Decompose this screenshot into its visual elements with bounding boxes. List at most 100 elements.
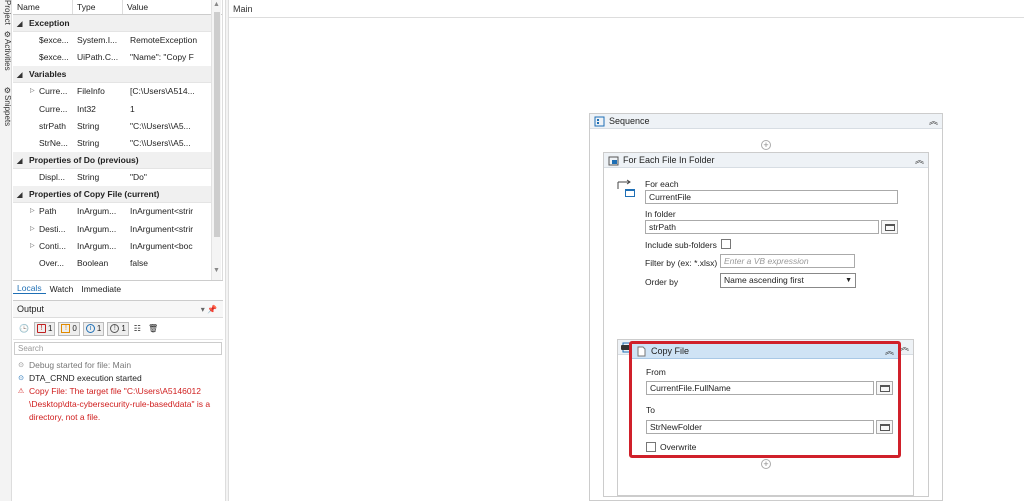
tab-locals[interactable]: Locals — [13, 283, 46, 294]
variable-type: UiPath.C... — [77, 52, 119, 63]
to-input[interactable]: StrNewFolder — [646, 420, 874, 434]
filter-warnings-button[interactable]: ! 0 — [58, 321, 80, 336]
log-entry[interactable]: ⊙ DTA_CRND execution started — [17, 372, 219, 385]
error-log-icon: ⚠ — [17, 388, 25, 395]
expand-row-icon[interactable]: ▷ — [30, 221, 35, 238]
locals-group-header[interactable]: ◢ Exception — [13, 15, 211, 32]
for-each-icon — [608, 156, 619, 166]
in-folder-input[interactable]: strPath — [645, 220, 879, 234]
variable-value[interactable]: "C:\\Users\\A5... — [126, 135, 211, 152]
output-search-input[interactable]: Search — [14, 342, 222, 355]
locals-header: Name Type Value — [13, 0, 222, 15]
locals-row[interactable]: Over... Boolean false — [13, 255, 211, 272]
variable-type: InArgum... — [77, 206, 117, 217]
log-message: DTA_CRND execution started — [29, 373, 142, 383]
add-activity-plus-icon[interactable]: + — [761, 459, 771, 469]
log-entry[interactable]: ⚠ Copy File: The target file "C:\Users\A5… — [17, 385, 219, 424]
filter-trace-button[interactable]: ! 1 — [107, 321, 129, 336]
expand-row-icon[interactable]: ▷ — [30, 83, 35, 100]
locals-group-header[interactable]: ◢ Properties of Copy File (current) — [13, 186, 211, 204]
browse-to-button[interactable] — [876, 420, 893, 434]
variable-value[interactable]: "C:\\Users\\A5... — [126, 118, 211, 135]
variable-name-text: Path — [39, 206, 57, 217]
overwrite-checkbox[interactable] — [646, 442, 656, 452]
sequence-header[interactable]: Sequence ︽ — [590, 114, 942, 129]
column-header-type[interactable]: Type — [73, 0, 123, 14]
locals-row[interactable]: ▷ Path InArgum... InArgument<strir — [13, 203, 211, 220]
locals-row[interactable]: $exce... System.I... RemoteException — [13, 32, 211, 49]
filter-info-button[interactable]: i 1 — [82, 321, 105, 336]
collapse-group-icon[interactable]: ◢ — [17, 16, 29, 33]
dropdown-icon[interactable]: ▾ — [201, 305, 205, 314]
locals-row[interactable]: StrNe... String "C:\\Users\\A5... — [13, 135, 211, 152]
variable-value[interactable]: InArgument<boc — [126, 238, 211, 255]
variable-value[interactable]: RemoteException — [126, 32, 211, 49]
variable-value[interactable]: "Do" — [126, 169, 211, 186]
collapse-do-icon[interactable]: ︽ — [900, 340, 909, 355]
order-by-select[interactable]: Name ascending first ▼ — [720, 273, 856, 288]
variable-value[interactable]: InArgument<strir — [126, 203, 211, 220]
trash-icon[interactable]: 🗑 — [146, 322, 160, 336]
tab-activities[interactable]: ⚙Activities — [0, 30, 12, 71]
from-input[interactable]: CurrentFile.FullName — [646, 381, 874, 395]
variable-value[interactable]: InArgument<strir — [126, 221, 211, 238]
locals-row[interactable]: $exce... UiPath.C... "Name": "Copy F — [13, 49, 211, 66]
include-subfolders-label: Include sub-folders — [645, 240, 717, 250]
browse-from-button[interactable] — [876, 381, 893, 395]
pin-icon[interactable]: 📌 — [207, 305, 217, 314]
for-each-header[interactable]: For Each File In Folder ︽ — [604, 153, 928, 168]
collapse-group-icon[interactable]: ◢ — [17, 153, 29, 170]
collapse-group-icon[interactable]: ◢ — [17, 187, 29, 204]
locals-scrollbar[interactable]: ▲ ▼ — [211, 0, 221, 280]
locals-row[interactable]: ▷ Curre... FileInfo [C:\Users\A514... — [13, 83, 211, 100]
locals-row[interactable]: Displ... String "Do" — [13, 169, 211, 186]
browse-folder-button[interactable] — [881, 220, 898, 234]
tab-main[interactable]: Main — [233, 4, 253, 14]
filter-input[interactable]: Enter a VB expression — [720, 254, 855, 268]
variable-value[interactable]: 1 — [126, 101, 211, 118]
tab-project[interactable]: Project — [0, 0, 12, 25]
clock-icon[interactable]: 🕒 — [17, 322, 31, 336]
variable-value[interactable]: "Name": "Copy F — [126, 49, 211, 66]
variable-type: InArgum... — [77, 240, 117, 251]
scroll-down-icon[interactable]: ▼ — [213, 267, 220, 274]
collapse-group-icon[interactable]: ◢ — [17, 67, 29, 84]
tab-immediate[interactable]: Immediate — [77, 284, 125, 294]
copy-file-activity[interactable]: Copy File ︽ From CurrentFile.FullName To… — [629, 341, 901, 458]
variable-value[interactable]: [C:\Users\A514... — [126, 83, 211, 100]
variable-value[interactable]: false — [126, 255, 211, 272]
copy-file-header[interactable]: Copy File ︽ — [632, 344, 898, 359]
variable-name-text: Desti... — [39, 223, 66, 234]
panel-splitter[interactable] — [225, 0, 229, 501]
activities-icon: ⚙ — [3, 30, 12, 39]
tab-snippets[interactable]: ⚙Snippets — [0, 86, 12, 126]
log-entry[interactable]: ⊙ Debug started for file: Main — [17, 359, 219, 372]
tab-watch[interactable]: Watch — [46, 284, 78, 294]
in-folder-label: In folder — [645, 209, 676, 219]
locals-group-header[interactable]: ◢ Properties of Do (previous) — [13, 152, 211, 170]
locals-row[interactable]: ▷ Conti... InArgum... InArgument<boc — [13, 238, 211, 255]
column-header-value[interactable]: Value — [123, 0, 213, 14]
include-subfolders-checkbox[interactable] — [721, 239, 731, 249]
locals-group-title: Variables — [29, 69, 67, 80]
locals-row[interactable]: Curre... Int32 1 — [13, 101, 211, 118]
copy-file-icon — [637, 346, 646, 357]
trace-icon: ! — [110, 324, 120, 333]
designer-tab-bar: Main — [229, 0, 1024, 18]
scroll-up-icon[interactable]: ▲ — [213, 1, 220, 8]
list-icon[interactable]: ☷ — [132, 322, 143, 336]
collapse-for-each-icon[interactable]: ︽ — [915, 153, 924, 168]
collapse-sequence-icon[interactable]: ︽ — [929, 114, 938, 129]
for-each-variable-input[interactable]: CurrentFile — [645, 190, 898, 204]
expand-row-icon[interactable]: ▷ — [30, 238, 35, 255]
filter-errors-button[interactable]: ! 1 — [33, 321, 56, 336]
variable-name-text: Curre... — [39, 103, 68, 114]
scrollbar-thumb[interactable] — [214, 12, 220, 237]
expand-row-icon[interactable]: ▷ — [30, 203, 35, 220]
collapse-copy-file-icon[interactable]: ︽ — [885, 344, 894, 359]
column-header-name[interactable]: Name — [13, 0, 73, 14]
locals-row[interactable]: ▷ Desti... InArgum... InArgument<strir — [13, 221, 211, 238]
locals-group-header[interactable]: ◢ Variables — [13, 66, 211, 84]
add-activity-plus-icon[interactable]: + — [761, 140, 771, 150]
locals-row[interactable]: strPath String "C:\\Users\\A5... — [13, 118, 211, 135]
